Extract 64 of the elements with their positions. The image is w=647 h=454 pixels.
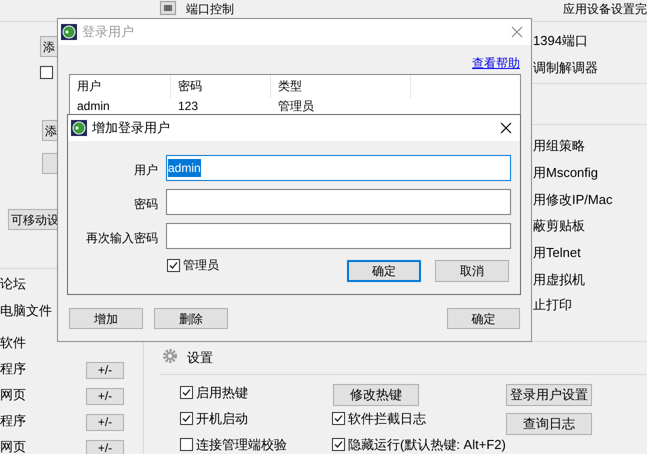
button[interactable]: 删除: [154, 308, 228, 329]
toggle-button[interactable]: +/-: [86, 388, 124, 405]
checkbox-label: 管理员: [183, 257, 219, 274]
close-icon[interactable]: [499, 121, 513, 135]
toggle-button[interactable]: +/-: [86, 362, 124, 379]
list-item-label: 论坛: [0, 276, 26, 291]
input-field[interactable]: [166, 189, 511, 215]
column-header[interactable]: 密码: [171, 75, 271, 98]
option-label: 调制解调器: [533, 59, 598, 77]
option-label: 用Msconfig: [533, 164, 598, 182]
window-title: 增加登录用户: [92, 119, 170, 138]
section-title: 应用设备设置完: [563, 1, 647, 18]
column-header[interactable]: 用户: [70, 75, 171, 98]
app-icon: [71, 120, 87, 136]
button[interactable]: 登录用户设置: [506, 384, 592, 406]
button[interactable]: 取消: [435, 260, 509, 282]
list-item-label: 程序: [0, 413, 26, 428]
option-label: 启用热键: [196, 385, 248, 400]
field-label: 用户: [133, 162, 158, 179]
checked-checkbox[interactable]: [167, 258, 180, 272]
toggle-button[interactable]: +/-: [86, 414, 124, 431]
list-item-label: 电脑文件: [0, 303, 52, 318]
option-label: 软件拦截日志: [348, 411, 426, 426]
table-cell-text: 123: [177, 100, 198, 113]
option-label: 止打印: [533, 296, 572, 314]
checked-checkbox[interactable]: [332, 438, 345, 451]
list-item-label: 软件: [0, 335, 26, 350]
checkbox[interactable]: [40, 66, 53, 79]
section-title: 设置: [187, 349, 213, 367]
port-icon: [160, 1, 176, 15]
table-cell-text: 管理员: [277, 100, 314, 113]
column-header[interactable]: 类型: [271, 75, 411, 98]
list-item-label: 程序: [0, 361, 26, 376]
checked-checkbox[interactable]: [180, 386, 193, 399]
option-label: 用Telnet: [533, 244, 581, 262]
option-label: 用修改IP/Mac: [533, 191, 612, 209]
gear-icon: [162, 348, 178, 364]
checked-checkbox[interactable]: [332, 412, 345, 425]
input-field[interactable]: admin: [166, 155, 511, 181]
button[interactable]: 查询日志: [506, 413, 592, 435]
checked-checkbox[interactable]: [180, 412, 193, 425]
button[interactable]: 确定: [447, 308, 520, 329]
field-label: 密码: [133, 196, 158, 213]
help-link[interactable]: 查看帮助: [472, 54, 520, 72]
option-label: 用组策略: [533, 137, 585, 155]
option-label: 隐藏运行(默认热键: Alt+F2): [348, 437, 506, 452]
list-item-label: 网页: [0, 387, 26, 402]
input-field[interactable]: [166, 223, 511, 249]
table-cell-text: admin: [76, 100, 110, 113]
option-label: 用虚拟机: [533, 271, 585, 289]
button[interactable]: 确定: [347, 260, 421, 282]
option-label: 连接管理端校验: [196, 437, 287, 452]
field-label: 再次输入密码: [85, 230, 158, 247]
list-item-label: 网页: [0, 439, 26, 454]
toggle-button[interactable]: +/-: [86, 440, 124, 454]
checkbox[interactable]: [180, 438, 193, 451]
button[interactable]: 增加: [69, 308, 143, 329]
window-title: 登录用户: [82, 23, 134, 42]
option-label: 蔽剪贴板: [533, 217, 585, 235]
app-icon: [61, 24, 77, 40]
option-label: 开机启动: [196, 411, 248, 426]
option-label: 1394端口: [533, 32, 588, 50]
button[interactable]: 修改热键: [333, 384, 419, 406]
section-title: 端口控制: [186, 1, 234, 18]
